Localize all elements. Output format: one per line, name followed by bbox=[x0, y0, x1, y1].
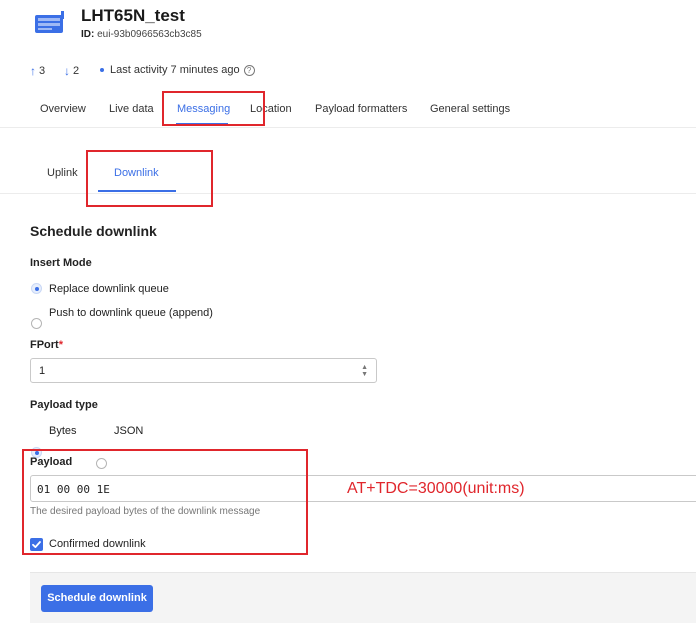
uplink-count: ↑ 3 bbox=[30, 64, 46, 78]
radio-bytes-label: Bytes bbox=[49, 425, 77, 437]
device-title: LHT65N_test bbox=[81, 6, 185, 25]
fport-value: 1 bbox=[39, 365, 46, 377]
arrow-up-icon: ↑ bbox=[30, 64, 36, 78]
downlink-count: ↓ 2 bbox=[64, 64, 80, 78]
radio-replace-queue-label: Replace downlink queue bbox=[49, 283, 169, 295]
radio-replace-queue[interactable] bbox=[31, 283, 42, 294]
form-footer: Schedule downlink bbox=[30, 572, 696, 623]
help-circle-icon[interactable]: ? bbox=[243, 64, 255, 76]
highlight-payload-section bbox=[22, 449, 308, 555]
schedule-downlink-button[interactable]: Schedule downlink bbox=[41, 585, 153, 612]
tab-live-data[interactable]: Live data bbox=[109, 103, 154, 115]
radio-push-queue[interactable] bbox=[31, 318, 42, 329]
payload-type-label: Payload type bbox=[30, 399, 98, 411]
status-dot bbox=[100, 68, 104, 72]
annotation-text: AT+TDC=30000(unit:ms) bbox=[347, 480, 525, 497]
tab-general-settings[interactable]: General settings bbox=[430, 103, 510, 115]
fport-input[interactable]: 1 ▲ ▼ bbox=[30, 358, 377, 383]
highlight-messaging-tab bbox=[162, 91, 265, 126]
fport-label: FPort* bbox=[30, 339, 64, 351]
tabs-divider bbox=[0, 127, 696, 128]
radio-push-queue-label: Push to downlink queue (append) bbox=[49, 307, 213, 319]
required-marker: * bbox=[58, 339, 64, 351]
tab-payload-formatters[interactable]: Payload formatters bbox=[315, 103, 407, 115]
device-id: ID: eui-93b0966563cb3c85 bbox=[81, 29, 202, 40]
subtab-uplink[interactable]: Uplink bbox=[47, 167, 78, 179]
insert-mode-label: Insert Mode bbox=[30, 257, 92, 269]
section-title: Schedule downlink bbox=[30, 223, 157, 239]
fport-stepper-icon[interactable]: ▲ ▼ bbox=[361, 364, 368, 378]
arrow-down-icon: ↓ bbox=[64, 64, 70, 78]
radio-json-label: JSON bbox=[114, 425, 144, 437]
highlight-downlink-subtab bbox=[86, 150, 213, 207]
last-activity: Last activity 7 minutes ago ? bbox=[100, 64, 255, 76]
device-icon bbox=[35, 11, 64, 33]
tab-overview[interactable]: Overview bbox=[40, 103, 86, 115]
